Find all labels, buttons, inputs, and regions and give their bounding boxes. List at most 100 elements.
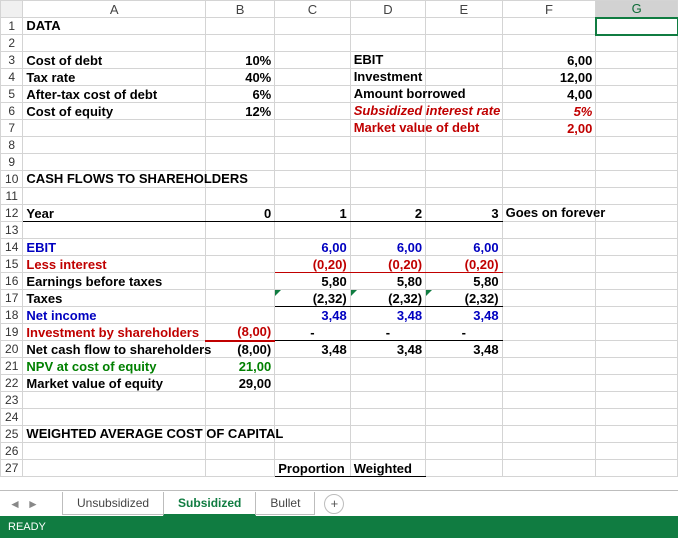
cell[interactable]: [23, 392, 206, 409]
cell[interactable]: [275, 103, 350, 120]
row-header[interactable]: 4: [1, 69, 23, 86]
cell[interactable]: Taxes: [23, 290, 206, 307]
cell[interactable]: 2,00: [502, 120, 596, 137]
cell[interactable]: 3: [426, 205, 502, 222]
cell[interactable]: (0,20): [350, 256, 425, 273]
cell[interactable]: [350, 171, 425, 188]
cell[interactable]: [596, 256, 678, 273]
row-header[interactable]: 18: [1, 307, 23, 324]
cell[interactable]: [275, 392, 350, 409]
cell[interactable]: [350, 137, 425, 154]
cell[interactable]: [275, 375, 350, 392]
cell[interactable]: [502, 154, 596, 171]
row-header[interactable]: 2: [1, 35, 23, 52]
cell[interactable]: [205, 460, 274, 477]
cell[interactable]: [205, 18, 274, 35]
cell[interactable]: [596, 171, 678, 188]
cell[interactable]: [23, 409, 206, 426]
row-header[interactable]: 25: [1, 426, 23, 443]
cell[interactable]: [205, 392, 274, 409]
cell[interactable]: Investment: [350, 69, 425, 86]
cell[interactable]: CASH FLOWS TO SHAREHOLDERS: [23, 171, 206, 188]
cell[interactable]: Tax rate: [23, 69, 206, 86]
cell[interactable]: [596, 205, 678, 222]
cell[interactable]: [350, 18, 425, 35]
cell[interactable]: Earnings before taxes: [23, 273, 206, 290]
cell[interactable]: [596, 273, 678, 290]
row-header[interactable]: 3: [1, 52, 23, 69]
cell[interactable]: [275, 426, 350, 443]
tab-nav-next-icon[interactable]: ►: [26, 497, 40, 511]
cell[interactable]: [426, 18, 502, 35]
cell[interactable]: [205, 239, 274, 256]
cell[interactable]: [426, 69, 502, 86]
col-header-A[interactable]: A: [23, 1, 206, 18]
cell[interactable]: [275, 69, 350, 86]
cell[interactable]: [502, 18, 596, 35]
cell[interactable]: [350, 188, 425, 205]
cell[interactable]: 3,48: [275, 307, 350, 324]
cell[interactable]: [275, 18, 350, 35]
cell[interactable]: [23, 35, 206, 52]
col-header-D[interactable]: D: [350, 1, 425, 18]
cell[interactable]: [426, 358, 502, 375]
cell[interactable]: [502, 426, 596, 443]
cell[interactable]: Cost of equity: [23, 103, 206, 120]
cell[interactable]: [596, 222, 678, 239]
cell[interactable]: [205, 256, 274, 273]
cell[interactable]: [596, 137, 678, 154]
cell[interactable]: [275, 35, 350, 52]
row-header[interactable]: 13: [1, 222, 23, 239]
cell[interactable]: 5,80: [275, 273, 350, 290]
col-header-E[interactable]: E: [426, 1, 502, 18]
cell[interactable]: [502, 375, 596, 392]
cell[interactable]: [502, 392, 596, 409]
col-header-G[interactable]: G: [596, 1, 678, 18]
row-header[interactable]: 16: [1, 273, 23, 290]
cell[interactable]: Market value of debt: [350, 120, 425, 137]
cell-selected[interactable]: [596, 18, 678, 35]
cell[interactable]: [596, 239, 678, 256]
cell[interactable]: [275, 222, 350, 239]
cell[interactable]: EBIT: [350, 52, 425, 69]
row-header[interactable]: 26: [1, 443, 23, 460]
cell[interactable]: [205, 443, 274, 460]
cell[interactable]: [350, 222, 425, 239]
cell[interactable]: 29,00: [205, 375, 274, 392]
cell[interactable]: 6,00: [502, 52, 596, 69]
cell[interactable]: [426, 188, 502, 205]
row-header[interactable]: 9: [1, 154, 23, 171]
cell[interactable]: [596, 35, 678, 52]
cell[interactable]: 3,48: [350, 307, 425, 324]
cell[interactable]: 2: [350, 205, 425, 222]
row-header[interactable]: 22: [1, 375, 23, 392]
cell[interactable]: [596, 358, 678, 375]
cell[interactable]: [596, 86, 678, 103]
cell[interactable]: [426, 443, 502, 460]
cell[interactable]: Subsidized interest rate: [350, 103, 425, 120]
tab-nav-prev-icon[interactable]: ◄: [8, 497, 22, 511]
cell[interactable]: Year: [23, 205, 206, 222]
cell[interactable]: [596, 426, 678, 443]
cell[interactable]: [502, 188, 596, 205]
cell[interactable]: [502, 290, 596, 307]
cell[interactable]: Amount borrowed: [350, 86, 425, 103]
cell[interactable]: -: [275, 324, 350, 341]
cell[interactable]: 3,48: [426, 307, 502, 324]
cell[interactable]: [502, 137, 596, 154]
row-header[interactable]: 17: [1, 290, 23, 307]
cell[interactable]: [350, 409, 425, 426]
col-header-B[interactable]: B: [205, 1, 274, 18]
cell[interactable]: [205, 188, 274, 205]
cell[interactable]: [205, 137, 274, 154]
cell[interactable]: [596, 290, 678, 307]
row-header[interactable]: 1: [1, 18, 23, 35]
cell[interactable]: [23, 188, 206, 205]
cell[interactable]: Market value of equity: [23, 375, 206, 392]
cell[interactable]: [596, 375, 678, 392]
cell[interactable]: [23, 443, 206, 460]
cell[interactable]: -: [350, 324, 425, 341]
cell[interactable]: EBIT: [23, 239, 206, 256]
cell[interactable]: [502, 222, 596, 239]
cell[interactable]: [426, 35, 502, 52]
